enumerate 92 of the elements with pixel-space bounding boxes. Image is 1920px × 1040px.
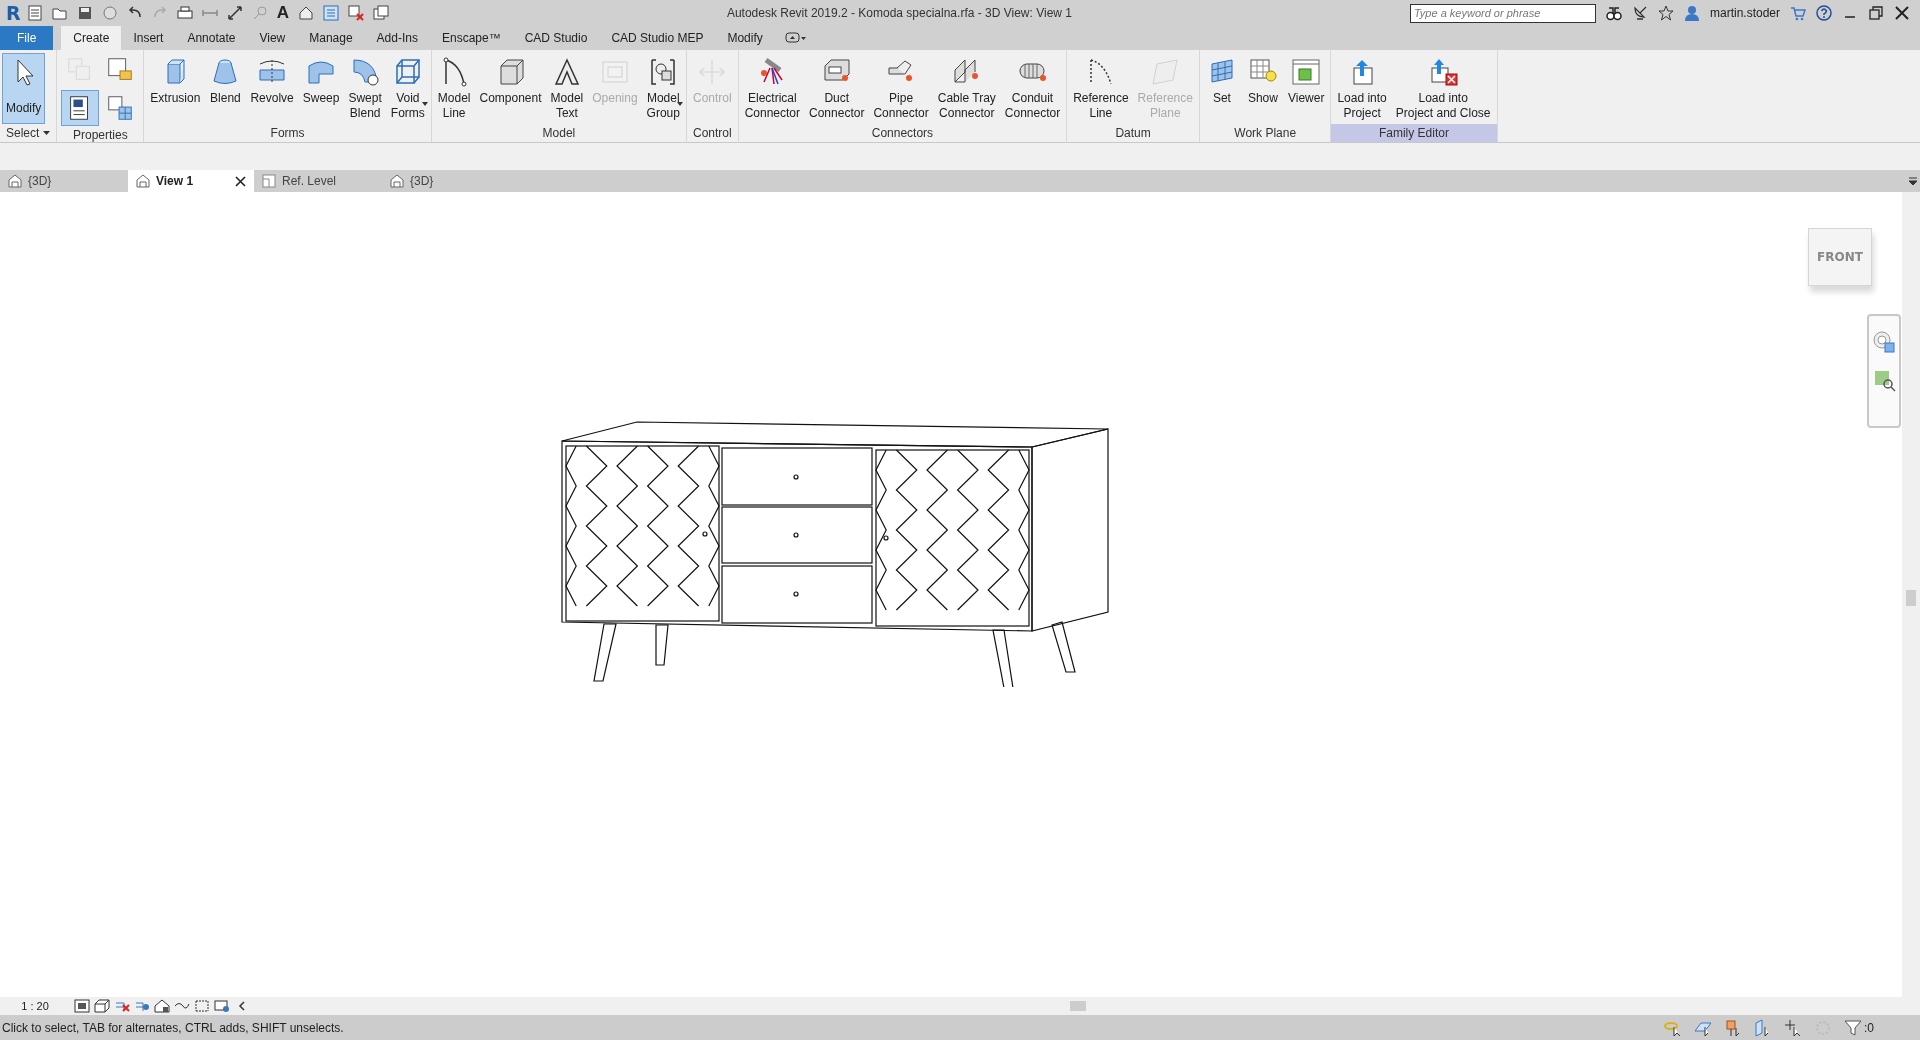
print-icon[interactable] [176,5,193,21]
panel-label[interactable]: Model [431,124,686,142]
ribbon-tool-button[interactable]: Load into Project [1333,53,1391,124]
ribbon-tool-button[interactable]: Model Text [546,53,588,124]
detail-level-icon[interactable] [74,999,90,1013]
plan-view-icon [262,174,276,188]
panel-label[interactable]: Forms [144,124,431,142]
ribbon-tool-button[interactable]: Duct Connector [805,53,869,124]
user-name[interactable]: martin.stoder [1709,6,1780,20]
ribbon-tool-button[interactable]: Cable Tray Connector [933,53,1000,124]
ribbon-tab[interactable]: View [247,26,298,50]
satellite-icon[interactable] [1631,5,1648,21]
ribbon-tool-button[interactable]: Void Forms [386,53,429,124]
filter-icon[interactable] [1844,1018,1862,1037]
filter-count: :0 [1864,1020,1874,1035]
ribbon-tab[interactable]: CAD Studio [512,26,600,50]
view-scale[interactable]: 1 : 20 [0,1000,70,1012]
house-icon [8,174,22,188]
ribbon-tab[interactable]: Create [61,26,122,50]
pinned-select-icon[interactable] [1724,1018,1742,1037]
document-tab[interactable]: {3D} [382,170,510,192]
panel-label[interactable]: Family Editor [1331,124,1497,142]
caret-icon[interactable] [43,131,51,135]
ribbon-small-button[interactable] [61,90,100,126]
house-icon [136,174,150,188]
ribbon-tab[interactable]: Enscape™ [429,26,513,50]
navigation-bar[interactable] [1867,314,1901,428]
panel-label[interactable]: Connectors [738,124,1067,142]
ribbon-tool-button[interactable]: Show [1242,53,1283,124]
vertical-scrollbar[interactable] [1902,192,1920,997]
help-icon[interactable] [1816,5,1832,21]
ribbon-tool-button[interactable]: Modify [2,53,46,124]
drag-select-icon[interactable] [1784,1018,1802,1037]
ribbon-tool-button[interactable]: Set [1201,53,1242,124]
close-icon[interactable] [1894,5,1910,21]
user-icon[interactable] [1683,5,1700,21]
ribbon-tool-button[interactable]: Viewer [1283,53,1329,124]
document-tab[interactable]: {3D} [0,170,128,192]
viewer-icon [1290,56,1323,88]
dimension-icon[interactable] [226,5,243,21]
save-icon[interactable] [76,5,93,21]
text-tool-button[interactable]: A [276,3,289,23]
panel-label[interactable]: Properties [57,128,144,142]
ribbon-tab[interactable]: Insert [121,26,176,50]
document-tab[interactable]: Ref. Level [254,170,382,192]
steering-wheel-icon[interactable] [1872,330,1896,354]
panel-label[interactable]: Work Plane [1199,124,1331,142]
ribbon-tool-button[interactable]: Model Group [642,53,684,124]
ribbon-tab[interactable]: Add-Ins [364,26,430,50]
switch-windows-icon[interactable] [372,5,389,21]
ribbon-tool-button[interactable]: Pipe Connector [869,53,933,124]
panel-toggle-icon[interactable] [784,31,807,45]
zoom-icon[interactable] [1872,368,1896,392]
ribbon-tab[interactable]: CAD Studio MEP [599,26,716,50]
ribbon-tool-button[interactable]: Sweep [298,53,344,124]
ribbon-tab[interactable]: Modify [715,26,775,50]
window-title: Autodesk Revit 2019.2 - Komoda specialna.rfa - 3D View: View 1 [725,6,1073,20]
ribbon-tool-button[interactable]: Reference Line [1069,53,1133,124]
panel-label[interactable]: Select [0,124,57,142]
binoculars-icon[interactable] [1605,5,1622,21]
star-icon[interactable] [1657,5,1674,21]
cart-icon[interactable] [1790,5,1806,21]
ribbon-tool-button[interactable]: Electrical Connector [740,53,805,124]
panel-label[interactable]: Control [686,124,738,142]
close-icon[interactable] [235,175,246,187]
ribbon-tool-button[interactable]: Model Line [433,53,475,124]
panel-label[interactable]: Datum [1067,124,1199,142]
render-icon[interactable] [154,999,170,1013]
ribbon-tool-button[interactable]: Blend [205,53,246,124]
caret-icon[interactable] [676,102,683,106]
house-icon[interactable] [297,5,314,21]
status-message: Click to select, TAB for alternates, CTRL adds, SHIFT unselects. [2,1020,345,1035]
ribbon-tab[interactable]: File [0,26,54,50]
ribbon-tool-button[interactable]: Extrusion [146,53,205,124]
document-tab[interactable]: View 1 [128,170,254,192]
search-field[interactable]: Type a keyword or phrase [1409,3,1596,23]
close-windows-icon[interactable] [347,5,364,21]
visual-style-icon[interactable] [94,999,110,1013]
ribbon-tool-button[interactable]: Revolve [246,53,298,124]
ribbon-tool-button[interactable]: Load into Project and Close [1391,53,1495,124]
ribbon-tab[interactable]: Manage [297,26,365,50]
house-icon [390,174,404,188]
ribbon-tool-button[interactable]: Swept Blend [344,53,386,124]
ribbon-tool-button[interactable]: Component [475,53,546,124]
app-logo[interactable]: R [6,2,21,24]
restore-icon[interactable] [1868,5,1884,21]
ribbon-tool-button[interactable]: Conduit Connector [1000,53,1065,124]
hidden-elements-icon[interactable] [214,999,230,1013]
file-icon[interactable] [26,5,43,21]
caret-icon[interactable] [421,102,428,106]
ribbon-tab[interactable]: Annotate [175,26,248,50]
open-icon[interactable] [51,5,68,21]
